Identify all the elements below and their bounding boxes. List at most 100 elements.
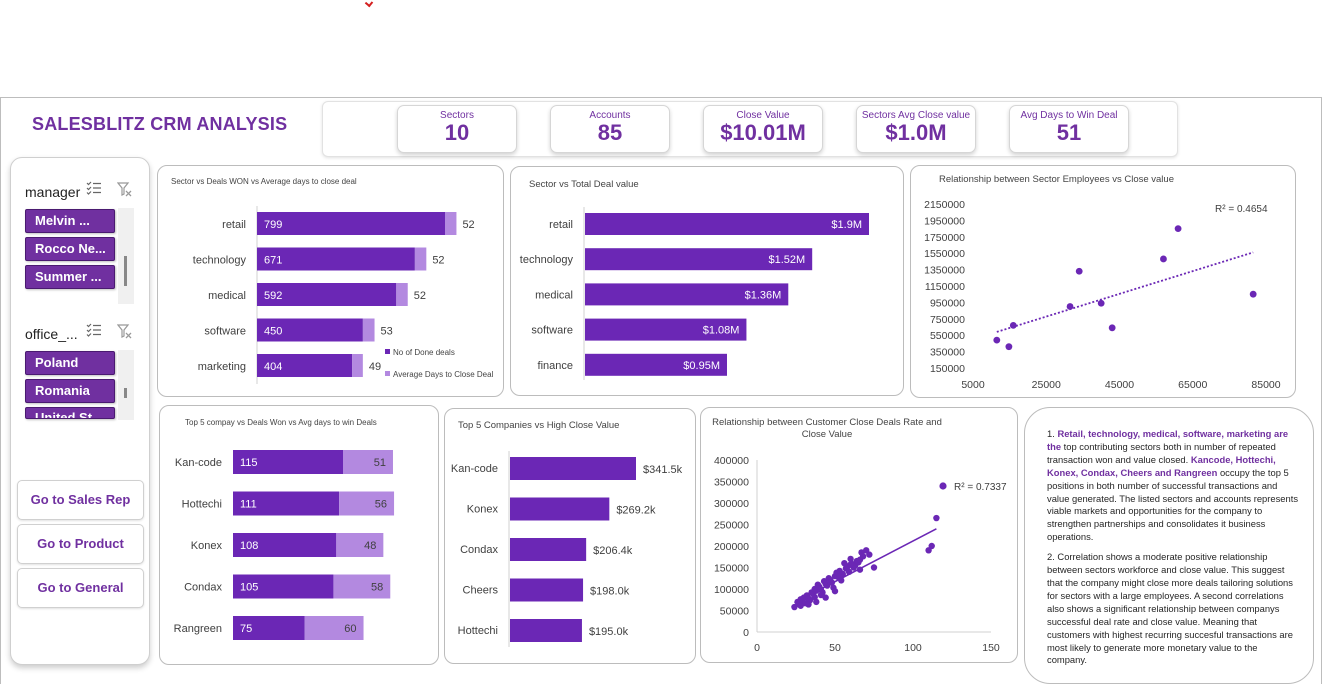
r-squared-label: R² = 0.4654	[1215, 204, 1268, 215]
data-point	[993, 336, 1001, 344]
chart-top5-deals-won: Top 5 compay vs Deals Won vs Avg days to…	[159, 405, 439, 665]
category-label: Kan-code	[175, 457, 222, 469]
category-label: retail	[222, 219, 246, 231]
bar-done-deals	[257, 212, 445, 235]
chart-canvas: Top 5 compay vs Deals Won vs Avg days to…	[174, 418, 395, 640]
data-label: $195.0k	[589, 626, 629, 638]
category-label: Condax	[460, 544, 498, 556]
bar-close-value	[510, 619, 582, 642]
data-point	[1009, 321, 1017, 329]
y-tick-label: 350000	[714, 477, 749, 489]
y-tick-label: 750000	[930, 314, 965, 326]
category-label: marketing	[198, 361, 246, 373]
category-label: software	[204, 326, 246, 338]
data-label: 111	[240, 499, 257, 511]
data-point	[817, 591, 825, 599]
insight-number: 1.	[1047, 428, 1058, 439]
data-label: $1.9M	[831, 219, 862, 231]
data-point	[1174, 225, 1182, 232]
data-label: $206.4k	[593, 545, 633, 557]
x-tick-label: 5000	[961, 379, 985, 391]
legend-label: No of Done deals	[393, 348, 455, 357]
category-label: retail	[549, 219, 573, 231]
go-to-general-button[interactable]: Go to General	[17, 568, 144, 608]
x-tick-label: 25000	[1032, 379, 1061, 391]
data-point	[1066, 303, 1074, 310]
slicer-item-office[interactable]: Poland	[25, 351, 115, 375]
x-tick-label: 85000	[1251, 379, 1280, 391]
kpi-value: $1.0M	[885, 120, 947, 145]
data-label: 450	[264, 326, 282, 338]
category-label: Konex	[467, 504, 499, 516]
x-tick-label: 0	[754, 642, 760, 654]
chart-sector-deals-won: Sector vs Deals WON vs Average days to c…	[157, 165, 504, 397]
chart-title: Sector vs Total Deal value	[529, 179, 639, 190]
chart-sector-employees-scatter: Relationship between Sector Employees vs…	[910, 165, 1296, 398]
data-point	[1097, 299, 1105, 307]
chart-canvas: Sector vs Deals WON vs Average days to c…	[171, 177, 494, 384]
data-label: 51	[374, 457, 386, 469]
manager-slicer-scrollbar[interactable]	[118, 208, 134, 304]
data-point	[1075, 267, 1083, 275]
category-label: finance	[538, 360, 573, 372]
bar-avg-days	[396, 283, 408, 306]
go-to-product-button[interactable]: Go to Product	[17, 524, 144, 564]
y-tick-label: 50000	[720, 606, 749, 618]
data-point	[870, 564, 878, 571]
kpi-card-avg-days: Avg Days to Win Deal 51	[1009, 105, 1129, 153]
data-point	[1108, 324, 1116, 332]
bar-avg-days	[362, 318, 375, 342]
slicer-item-office[interactable]: United St...	[25, 407, 115, 419]
category-label: Kan-code	[451, 463, 498, 475]
data-label: $1.36M	[745, 289, 782, 301]
data-point	[1005, 343, 1013, 351]
clear-filter-icon[interactable]	[116, 324, 133, 342]
go-to-sales-rep-button[interactable]: Go to Sales Rep	[17, 480, 144, 520]
data-label: $0.95M	[683, 360, 720, 372]
x-tick-label: 45000	[1105, 379, 1134, 391]
scrollbar-thumb[interactable]	[124, 256, 127, 286]
data-label: $1.52M	[768, 254, 805, 266]
data-label: 48	[364, 540, 376, 552]
bar-close-value	[510, 497, 610, 521]
x-tick-label: 150	[982, 642, 1000, 654]
multi-select-icon[interactable]	[86, 323, 102, 340]
dashboard-title: SALESBLITZ CRM ANALYSIS	[32, 114, 288, 134]
category-label: technology	[520, 254, 574, 266]
category-label: Hottechi	[182, 499, 222, 511]
chart-title: Sector vs Deals WON vs Average days to c…	[171, 177, 357, 186]
data-label: 671	[264, 255, 282, 267]
scrollbar-thumb[interactable]	[124, 388, 127, 398]
chart-title: Top 5 compay vs Deals Won vs Avg days to…	[185, 418, 377, 427]
clear-filter-icon[interactable]	[116, 182, 133, 200]
slicer-item-manager[interactable]: Summer ...	[25, 265, 115, 289]
bar-close-value	[510, 457, 636, 480]
chart-canvas: Top 5 Companies vs High Close Value Kan-c…	[451, 420, 683, 647]
y-tick-label: 250000	[714, 520, 749, 532]
bar-deal-value	[585, 213, 869, 235]
decorative-mark	[364, 0, 374, 8]
data-point	[933, 514, 940, 522]
y-tick-label: 400000	[714, 455, 749, 467]
data-label: 60	[344, 623, 356, 635]
chart-canvas: Relationship between Sector Employees vs…	[924, 174, 1281, 391]
office-slicer-scrollbar[interactable]	[118, 350, 134, 420]
data-label: 404	[264, 361, 282, 373]
slicer-item-office[interactable]: Romania	[25, 379, 115, 403]
kpi-card-sector-avg-close: Sectors Avg Close value $1.0M	[856, 105, 976, 153]
multi-select-icon[interactable]	[86, 181, 102, 198]
category-label: medical	[208, 290, 246, 302]
slicer-item-manager[interactable]: Melvin ...	[25, 209, 115, 233]
category-label: software	[531, 325, 573, 337]
slicer-item-manager[interactable]: Rocco Ne...	[25, 237, 115, 261]
y-tick-label: 2150000	[924, 199, 965, 211]
insight-paragraph-1: 1. Retail, technology, medical, software…	[1047, 428, 1299, 544]
data-label: 52	[462, 219, 474, 231]
legend-label: Average Days to Close Deal	[393, 370, 494, 379]
category-label: medical	[535, 289, 573, 301]
office-slicer-title: office_...	[25, 326, 78, 342]
chart-title: Top 5 Companies vs High Close Value	[458, 420, 619, 431]
y-tick-label: 300000	[714, 498, 749, 510]
data-label: $1.08M	[703, 325, 740, 337]
trendline	[996, 251, 1254, 333]
